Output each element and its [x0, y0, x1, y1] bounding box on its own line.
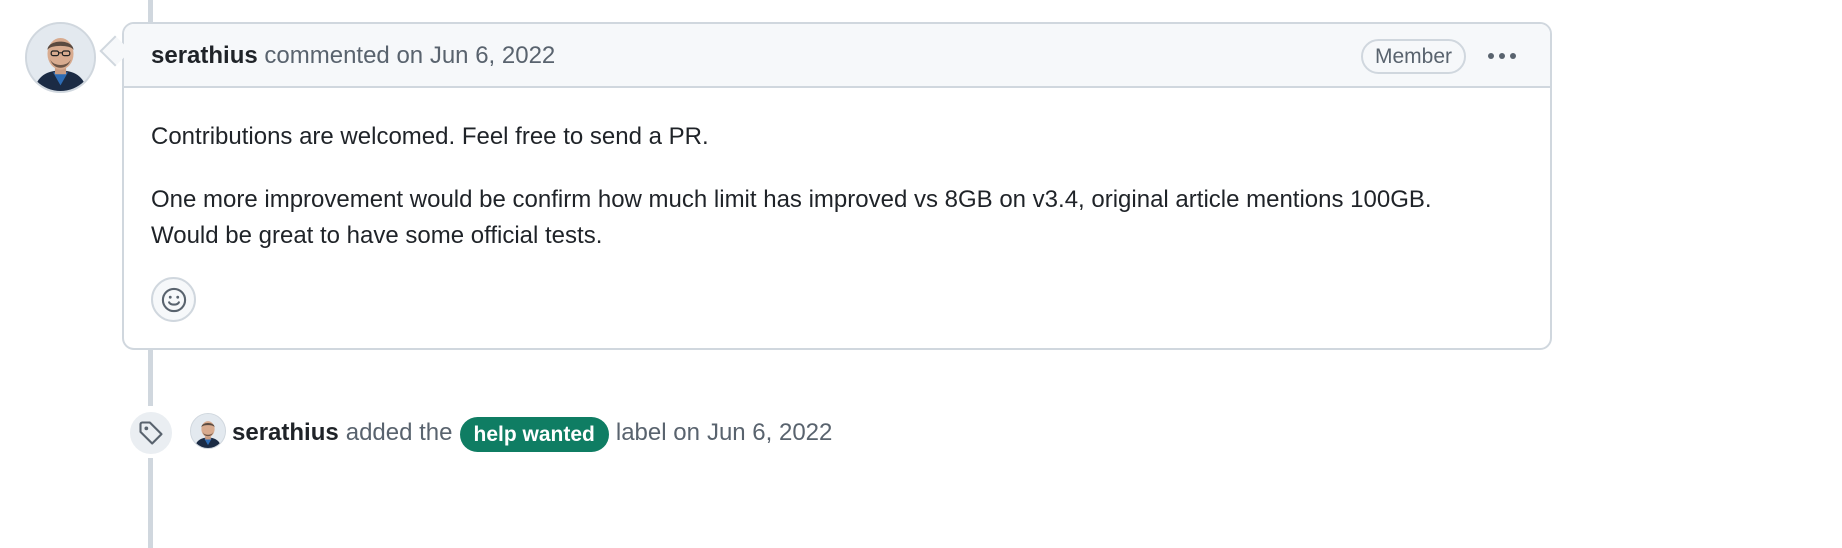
comment-body: Contributions are welcomed. Feel free to…: [151, 119, 1510, 254]
comment-author-link[interactable]: serathius: [151, 42, 258, 69]
role-badge: Member: [1361, 39, 1467, 74]
avatar-image: [191, 414, 225, 448]
event-avatar[interactable]: [190, 413, 226, 449]
kebab-dot: [1510, 53, 1516, 59]
comment-line: One more improvement would be confirm ho…: [151, 186, 1432, 213]
comment-paragraph: One more improvement would be confirm ho…: [151, 182, 1510, 254]
comment-paragraph: Contributions are welcomed. Feel free to…: [151, 123, 709, 150]
comment-meta: serathius commented on Jun 6, 2022: [151, 41, 555, 71]
smiley-icon: [161, 287, 186, 312]
timeline-line: [148, 458, 153, 548]
kebab-horizontal-icon: [1488, 53, 1494, 59]
comment-header: serathius commented on Jun 6, 2022 Membe…: [124, 24, 1550, 88]
event-action: added the: [345, 418, 453, 446]
event-badge: [127, 409, 175, 457]
more-options-button[interactable]: [1476, 36, 1528, 76]
label-help-wanted[interactable]: help wanted: [459, 417, 609, 452]
avatar[interactable]: [25, 22, 96, 93]
event-date-link[interactable]: Jun 6, 2022: [707, 418, 832, 448]
tag-icon: [139, 421, 163, 445]
avatar-image: [27, 24, 94, 91]
comment-container: serathius commented on Jun 6, 2022 Membe…: [122, 22, 1552, 350]
comment-line: Would be great to have some official tes…: [151, 222, 603, 249]
kebab-dot: [1499, 53, 1505, 59]
add-reaction-button[interactable]: [151, 277, 196, 322]
event-author-link[interactable]: serathius: [232, 418, 339, 448]
issue-timeline: serathius commented on Jun 6, 2022 Membe…: [0, 0, 1842, 548]
comment-action: commented on: [264, 42, 424, 69]
timeline-line: [148, 0, 153, 22]
label-event: serathius added the help wanted label on…: [232, 415, 832, 452]
comment-date-link[interactable]: Jun 6, 2022: [430, 42, 555, 69]
timeline-line: [148, 350, 153, 406]
event-suffix: label on: [615, 418, 700, 446]
